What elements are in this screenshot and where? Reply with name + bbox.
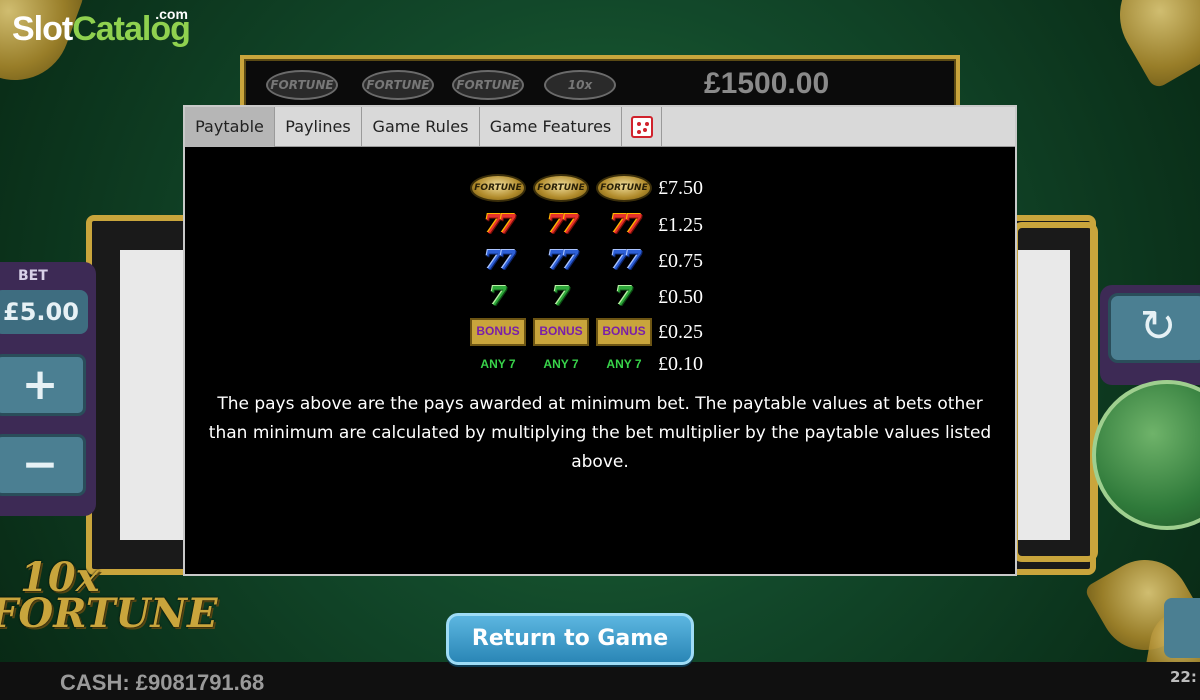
logo-com-text: .com (155, 6, 188, 22)
site-logo[interactable]: SlotCatalog .com (12, 6, 191, 49)
green-seven-icon: 7 (551, 282, 571, 312)
seven-glyph: 7 (561, 210, 579, 240)
dice-icon (631, 116, 653, 138)
seven-glyph: 7 (546, 246, 565, 276)
seven-glyph: 7 (609, 210, 628, 240)
seven-glyph: 7 (561, 246, 579, 276)
ten-x-symbol-icon: 10x (544, 70, 616, 100)
refresh-icon[interactable]: ↻ (1108, 293, 1200, 363)
fortune-symbol-icon: FORTUNE (362, 70, 434, 100)
logo-slot-text: Slot (12, 10, 73, 48)
jackpot-amount: £1500.00 (704, 67, 830, 100)
tab-game-features[interactable]: Game Features (480, 107, 622, 147)
red-seven-icon: 77 (533, 211, 589, 239)
bet-label: BET (18, 268, 48, 284)
increase-bet-button[interactable]: + (0, 354, 86, 416)
seven-glyph: 7 (483, 246, 502, 276)
prize-value: £7.50 (658, 177, 703, 199)
tab-paylines[interactable]: Paylines (275, 107, 362, 147)
prize-value: £0.10 (658, 353, 703, 375)
menu-button[interactable] (1164, 598, 1200, 658)
seven-glyph: 7 (624, 210, 642, 240)
dice-logo-icon[interactable] (622, 107, 662, 147)
fortune-symbol-icon: FORTUNE (533, 174, 589, 202)
spin-button[interactable] (1092, 380, 1200, 530)
green-seven-icon: 7 (614, 282, 634, 312)
seven-glyph: 7 (498, 246, 516, 276)
tab-game-rules[interactable]: Game Rules (362, 107, 480, 147)
prize-value: £0.25 (658, 321, 703, 343)
seven-glyph: 7 (546, 210, 565, 240)
paytable-dialog: Paytable Paylines Game Rules Game Featur… (183, 105, 1017, 576)
bonus-symbol-icon: BONUS (533, 318, 589, 346)
prize-value: £1.25 (658, 214, 703, 236)
seven-glyph: 7 (624, 246, 642, 276)
any-seven-label: ANY 7 (543, 357, 579, 371)
seven-glyph: 7 (498, 210, 516, 240)
red-seven-icon: 77 (596, 211, 652, 239)
clock: 22: (1170, 668, 1197, 686)
blue-seven-icon: 77 (533, 247, 589, 275)
any-seven-label: ANY 7 (480, 357, 516, 371)
bonus-symbol-icon: BONUS (596, 318, 652, 346)
decrease-bet-button[interactable]: − (0, 434, 86, 496)
prize-value: £0.50 (658, 286, 703, 308)
game-logo-line2: FORTUNE (0, 590, 218, 637)
tab-paytable[interactable]: Paytable (185, 107, 275, 147)
any-seven-label: ANY 7 (606, 357, 642, 371)
green-seven-icon: 7 (488, 282, 508, 312)
fortune-symbol-icon: FORTUNE (452, 70, 524, 100)
fortune-symbol-icon: FORTUNE (596, 174, 652, 202)
return-to-game-button[interactable]: Return to Game (446, 613, 694, 665)
reel-right (1018, 250, 1070, 540)
fortune-symbol-icon: FORTUNE (266, 70, 338, 100)
bonus-symbol-icon: BONUS (470, 318, 526, 346)
blue-seven-icon: 77 (596, 247, 652, 275)
fortune-symbol-icon: FORTUNE (470, 174, 526, 202)
red-seven-icon: 77 (470, 211, 526, 239)
jackpot-banner: FORTUNE FORTUNE FORTUNE 10x £1500.00 (240, 55, 960, 111)
seven-glyph: 7 (483, 210, 502, 240)
gold-leaf-decoration (1099, 0, 1200, 91)
cash-balance: CASH: £9081791.68 (60, 670, 265, 695)
bet-value: £5.00 (0, 290, 88, 334)
prize-value: £0.75 (658, 250, 703, 272)
seven-glyph: 7 (609, 246, 628, 276)
reel-left (120, 250, 190, 540)
paytable-note: The pays above are the pays awarded at m… (208, 394, 992, 472)
tab-bar: Paytable Paylines Game Rules Game Featur… (185, 107, 1015, 147)
blue-seven-icon: 77 (470, 247, 526, 275)
